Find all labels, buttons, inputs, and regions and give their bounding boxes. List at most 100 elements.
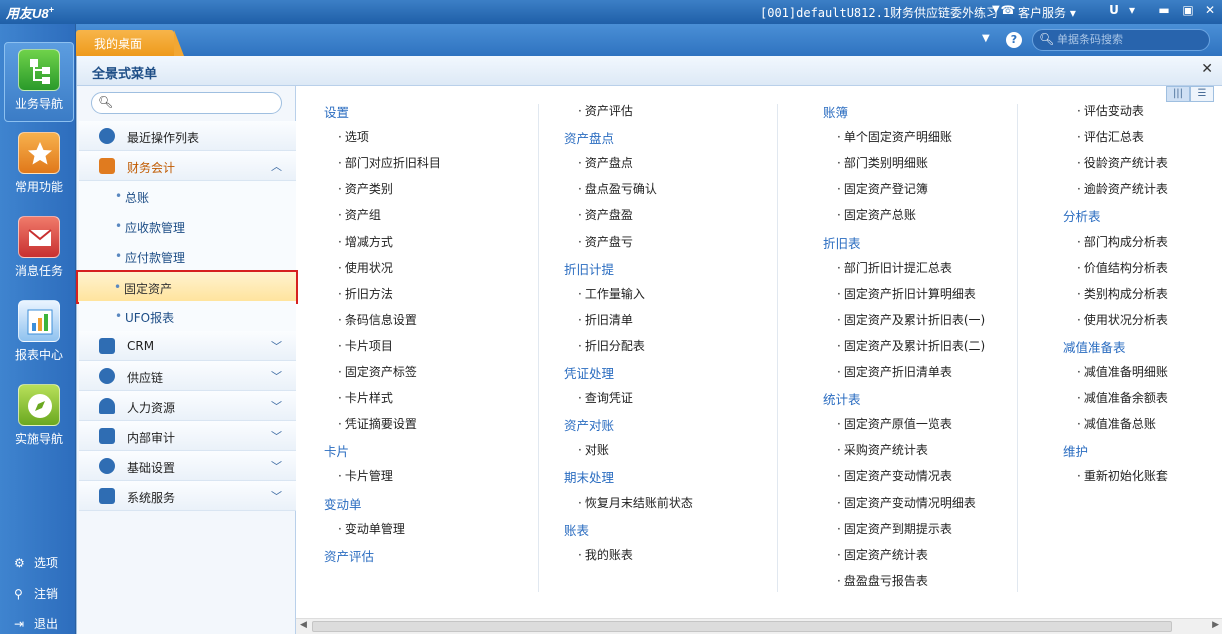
panel-header: 全景式菜单 ✕	[77, 56, 1222, 86]
list-view-icon[interactable]: ☰	[1190, 86, 1214, 102]
function-link[interactable]: 固定资产折旧计算明细表	[837, 285, 976, 302]
minimize-icon[interactable]: ▬	[1156, 3, 1172, 17]
column-divider	[1017, 104, 1018, 592]
function-link[interactable]: 固定资产折旧清单表	[837, 363, 952, 380]
function-link[interactable]: 固定资产原值一览表	[837, 415, 952, 432]
function-link[interactable]: 固定资产总账	[837, 206, 916, 223]
function-link[interactable]: 折旧分配表	[578, 337, 645, 354]
chevron-down-icon[interactable]: ▼	[982, 33, 990, 44]
function-link[interactable]: 工作量输入	[578, 285, 645, 302]
function-link[interactable]: 资产盘点	[578, 154, 633, 171]
category-menu: 🔍︎ 最近操作列表 财务会计 ︿ 总账 应收款管理 应付款管理 固定资产 UFO…	[76, 86, 298, 634]
function-link[interactable]: 固定资产变动情况明细表	[837, 494, 976, 511]
function-link[interactable]: 资产评估	[578, 102, 633, 119]
function-link[interactable]: 类别构成分析表	[1077, 285, 1168, 302]
function-link[interactable]: 评估变动表	[1077, 102, 1144, 119]
scroll-thumb[interactable]	[312, 621, 1172, 632]
subitem-fixed-assets[interactable]: 固定资产	[76, 270, 298, 304]
function-link[interactable]: 固定资产标签	[338, 363, 417, 380]
scroll-right-icon[interactable]: ▶	[1212, 620, 1219, 630]
help-icon[interactable]: ?	[1006, 32, 1022, 48]
category-human-resources[interactable]: 人力资源 ﹀	[79, 391, 296, 421]
function-link[interactable]: 条码信息设置	[338, 311, 417, 328]
function-link[interactable]: 部门构成分析表	[1077, 233, 1168, 250]
function-link[interactable]: 对账	[578, 441, 609, 458]
function-link[interactable]: 盘点盈亏确认	[578, 180, 657, 197]
logout-link[interactable]: ⚲ 注销	[14, 585, 58, 602]
u-icon[interactable]: U	[1106, 3, 1122, 17]
subitem-general-ledger[interactable]: 总账	[79, 181, 296, 211]
section-heading: 账表	[564, 522, 590, 538]
function-link[interactable]: 固定资产到期提示表	[837, 520, 952, 537]
close-icon[interactable]: ✕	[1202, 3, 1218, 17]
chevron-down-icon[interactable]: ▼	[992, 4, 1000, 15]
nav-implementation-navigation[interactable]: 实施导航	[4, 378, 74, 458]
function-link[interactable]: 选项	[338, 128, 369, 145]
subitem-ufo-reports[interactable]: UFO报表	[79, 301, 296, 331]
function-link[interactable]: 部门对应折旧科目	[338, 154, 441, 171]
category-crm[interactable]: CRM ﹀	[79, 331, 296, 361]
menu-search-input[interactable]	[114, 95, 274, 111]
account-selector[interactable]: [001]defaultU812.1财务供应链委外练习	[760, 4, 998, 21]
subitem-payables[interactable]: 应付款管理	[79, 241, 296, 271]
category-basic-settings[interactable]: 基础设置 ﹀	[79, 451, 296, 481]
function-link[interactable]: 资产组	[338, 206, 381, 223]
function-link[interactable]: 资产类别	[338, 180, 393, 197]
horizontal-scrollbar[interactable]: ◀ ▶	[296, 618, 1222, 634]
function-link[interactable]: 固定资产变动情况表	[837, 467, 952, 484]
system-service-icon	[99, 488, 115, 504]
nav-message-tasks[interactable]: 消息任务	[4, 210, 74, 290]
function-link[interactable]: 役龄资产统计表	[1077, 154, 1168, 171]
function-link[interactable]: 单个固定资产明细账	[837, 128, 952, 145]
subitem-receivables[interactable]: 应收款管理	[79, 211, 296, 241]
tab-my-desktop[interactable]: 我的桌面	[76, 30, 184, 56]
category-internal-audit[interactable]: 内部审计 ﹀	[79, 421, 296, 451]
function-link[interactable]: 重新初始化账套	[1077, 467, 1168, 484]
customer-service-menu[interactable]: 客户服务 ▾	[1018, 4, 1076, 21]
function-link[interactable]: 变动单管理	[338, 520, 405, 537]
function-link[interactable]: 逾龄资产统计表	[1077, 180, 1168, 197]
function-link[interactable]: 固定资产及累计折旧表(一)	[837, 311, 985, 328]
function-link[interactable]: 部门折旧计提汇总表	[837, 259, 952, 276]
function-link[interactable]: 使用状况分析表	[1077, 311, 1168, 328]
function-link[interactable]: 评估汇总表	[1077, 128, 1144, 145]
function-link[interactable]: 资产盘盈	[578, 206, 633, 223]
function-link[interactable]: 固定资产统计表	[837, 546, 928, 563]
function-link[interactable]: 我的账表	[578, 546, 633, 563]
function-link[interactable]: 折旧方法	[338, 285, 393, 302]
maximize-icon[interactable]: ▣	[1180, 3, 1196, 17]
function-link[interactable]: 使用状况	[338, 259, 393, 276]
nav-business-navigation[interactable]: 业务导航	[4, 42, 74, 122]
category-supply-chain[interactable]: 供应链 ﹀	[79, 361, 296, 391]
menu-caret-icon[interactable]: ▾	[1124, 3, 1140, 17]
function-link[interactable]: 卡片管理	[338, 467, 393, 484]
function-link[interactable]: 减值准备总账	[1077, 415, 1156, 432]
function-link[interactable]: 折旧清单	[578, 311, 633, 328]
exit-link[interactable]: ⇥ 退出	[14, 615, 58, 632]
category-recent-operations[interactable]: 最近操作列表	[79, 121, 296, 151]
function-link[interactable]: 恢复月末结账前状态	[578, 494, 693, 511]
function-link[interactable]: 采购资产统计表	[837, 441, 928, 458]
function-link[interactable]: 盘盈盘亏报告表	[837, 572, 928, 589]
nav-common-functions[interactable]: 常用功能	[4, 126, 74, 206]
function-link[interactable]: 固定资产登记簿	[837, 180, 928, 197]
function-link[interactable]: 卡片项目	[338, 337, 393, 354]
options-link[interactable]: ⚙ 选项	[14, 554, 58, 571]
category-system-services[interactable]: 系统服务 ﹀	[79, 481, 296, 511]
function-link[interactable]: 价值结构分析表	[1077, 259, 1168, 276]
function-link[interactable]: 减值准备余额表	[1077, 389, 1168, 406]
function-link[interactable]: 减值准备明细账	[1077, 363, 1168, 380]
function-link[interactable]: 固定资产及累计折旧表(二)	[837, 337, 985, 354]
category-financial-accounting[interactable]: 财务会计 ︿	[79, 151, 296, 181]
function-link[interactable]: 资产盘亏	[578, 233, 633, 250]
close-icon[interactable]: ✕	[1201, 61, 1213, 77]
nav-report-center[interactable]: 报表中心	[4, 294, 74, 374]
function-link[interactable]: 卡片样式	[338, 389, 393, 406]
function-link[interactable]: 增减方式	[338, 233, 393, 250]
grid-view-icon[interactable]: |||	[1166, 86, 1190, 102]
function-link[interactable]: 凭证摘要设置	[338, 415, 417, 432]
function-link[interactable]: 查询凭证	[578, 389, 633, 406]
function-link[interactable]: 部门类别明细账	[837, 154, 928, 171]
scroll-left-icon[interactable]: ◀	[300, 620, 307, 630]
barcode-search-input[interactable]	[1057, 32, 1205, 48]
